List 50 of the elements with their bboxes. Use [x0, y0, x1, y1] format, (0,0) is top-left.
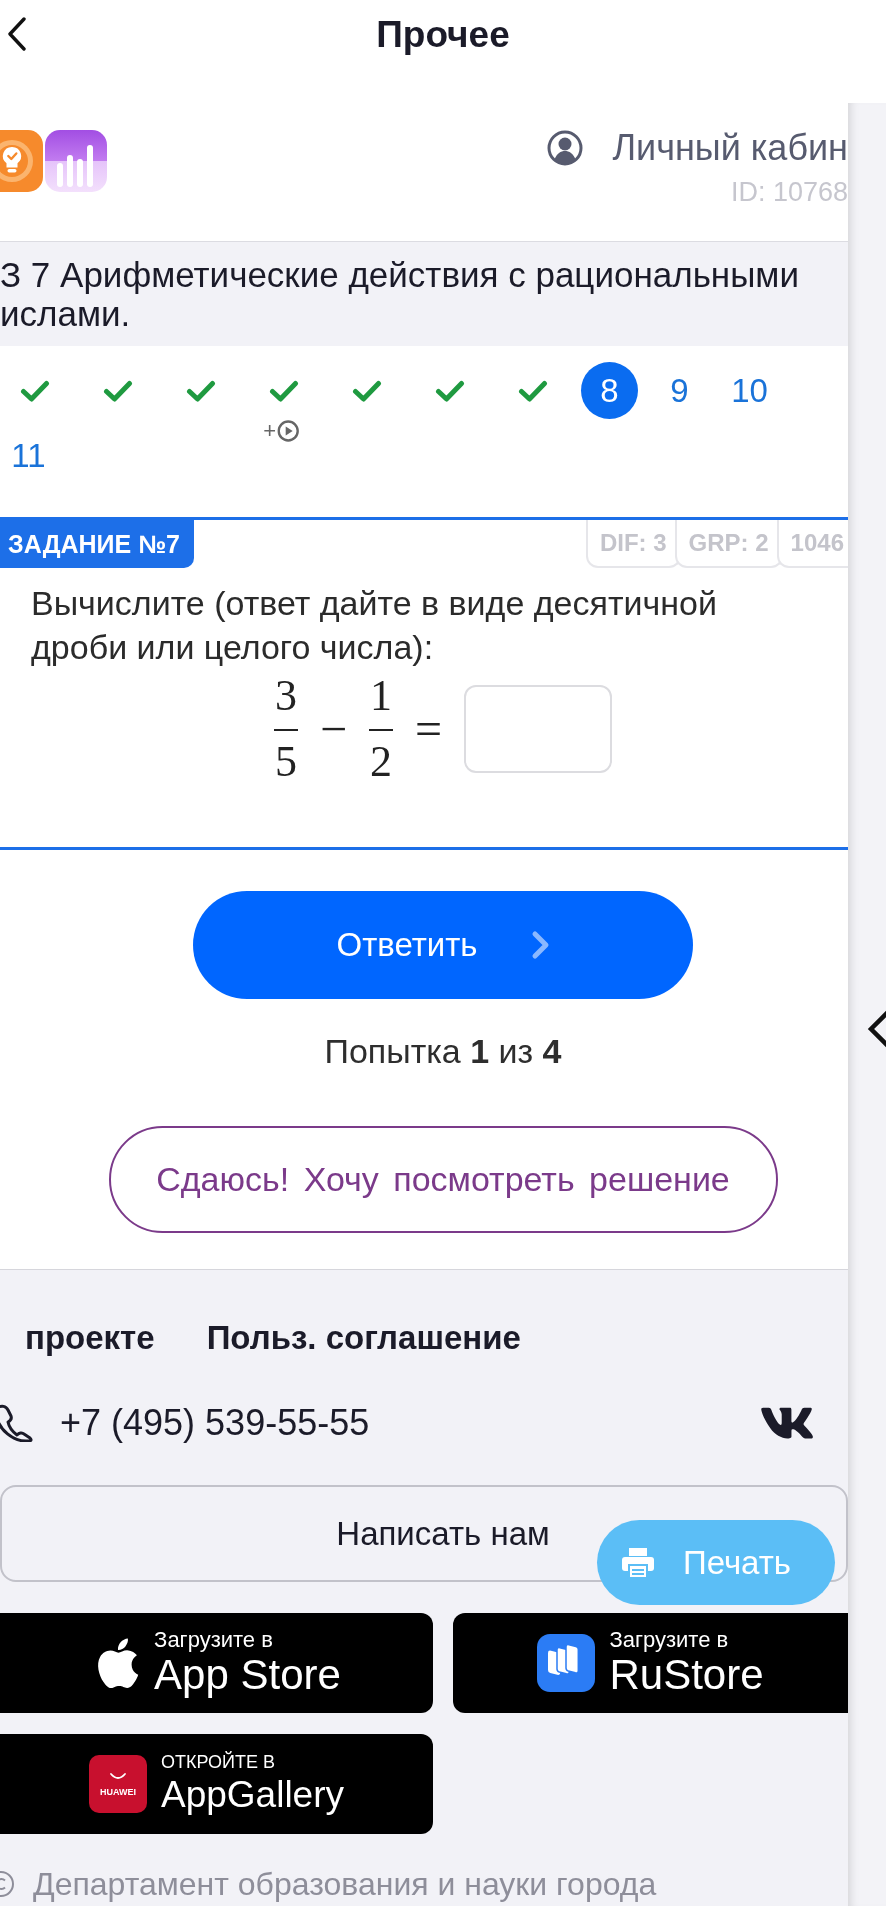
check-icon[interactable]	[352, 379, 382, 402]
chevron-right-icon	[530, 930, 550, 960]
copyright-text: Департамент образования и науки города	[33, 1865, 657, 1904]
store-logo-icon	[537, 1634, 596, 1692]
fraction-numerator: 3	[273, 671, 298, 731]
give-up-button[interactable]: Сдаюсь! Хочу посмотреть решение	[108, 1126, 778, 1233]
bar-chart-logo-icon[interactable]	[45, 130, 107, 192]
fraction-denominator: 5	[274, 736, 297, 787]
attempt-counter: Попытка 1 из 4	[324, 1031, 562, 1071]
logo-text: HUAWEI	[100, 1786, 136, 1797]
check-icon[interactable]	[518, 379, 548, 402]
store-badge[interactable]: HUAWEI ОТКРОЙТЕ В AppGallery	[0, 1734, 433, 1834]
task-badge: ЗАДАНИЕ №7	[0, 520, 194, 568]
bonus-label: +	[263, 419, 277, 443]
copyright-icon	[0, 1869, 14, 1899]
footer-link[interactable]: Польз. соглашение	[206, 1318, 521, 1358]
check-icon[interactable]	[103, 379, 133, 402]
check-icon[interactable]	[269, 379, 299, 402]
account-icon[interactable]	[547, 130, 584, 166]
answer-field[interactable]	[464, 685, 613, 773]
step-number[interactable]: 9	[670, 370, 689, 411]
fraction-denominator: 2	[370, 736, 392, 787]
phone-icon	[0, 1404, 34, 1442]
lightbulb-logo-icon[interactable]	[0, 130, 43, 192]
smile-icon	[109, 1771, 127, 1781]
math-operator: =	[415, 704, 443, 754]
user-id: ID: 10768	[730, 177, 848, 207]
math-operator: −	[319, 704, 347, 754]
fraction-numerator: 1	[369, 671, 393, 731]
play-circle-icon[interactable]	[277, 420, 300, 442]
account-link[interactable]: Личный кабин	[612, 128, 848, 168]
vk-icon[interactable]	[760, 1407, 814, 1439]
check-icon[interactable]	[435, 379, 465, 402]
task-tag: 1046	[776, 520, 848, 568]
check-icon[interactable]	[20, 379, 50, 402]
lesson-title: З 7 Арифметические действия с рациональными ислами.	[0, 255, 800, 333]
step-number[interactable]: 11	[11, 435, 46, 476]
step-number[interactable]: 10	[731, 370, 768, 411]
task-prompt: Вычислите (ответ дайте в виде десятичной дроби или целого числа):	[30, 583, 718, 668]
phone-number[interactable]: +7 (495) 539-55-55	[60, 1402, 370, 1444]
answer-button[interactable]: Ответить	[193, 891, 693, 999]
back-icon[interactable]	[7, 17, 27, 51]
printer-icon	[620, 1546, 655, 1579]
step-number[interactable]: 8	[581, 362, 638, 419]
store-badge[interactable]: Загрузите в App Store	[0, 1613, 433, 1713]
chevron-left-icon[interactable]	[867, 1009, 886, 1049]
footer-link[interactable]: проекте	[25, 1318, 155, 1358]
store-badge[interactable]: Загрузите в RuStore	[453, 1613, 848, 1713]
check-icon[interactable]	[186, 379, 216, 402]
page-title: Прочее	[376, 13, 510, 57]
